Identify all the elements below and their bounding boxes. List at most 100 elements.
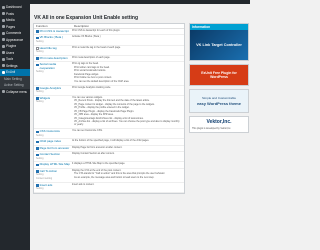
enable-checkbox[interactable] (36, 30, 39, 33)
function-cell: Print CSS & Javascript (34, 29, 72, 33)
setting-link[interactable]: Setting (36, 134, 72, 138)
column-header-function: Function (36, 24, 48, 28)
sidebar-item-label: Main Setting (4, 76, 22, 81)
function-cell: Page list from ancestor (34, 145, 72, 150)
vektor-logo[interactable]: Vektor,Inc. (190, 117, 248, 127)
description-text: Display Page list from ancestor at after… (72, 145, 123, 149)
function-cell: Call To Action Setting Content setting (34, 169, 72, 181)
enable-checkbox[interactable] (36, 147, 39, 150)
description-cell: Print Google Analytics tracking code. (72, 85, 184, 94)
theme-banner-line2: easy WordPress theme (197, 101, 241, 106)
function-checkbox-label[interactable]: Print CSS & Javascript (36, 29, 72, 33)
enable-checkbox[interactable] (36, 130, 39, 134)
description-text: Print Google Analytics tracking code. (72, 85, 111, 89)
setting-link[interactable]: Setting (36, 157, 72, 161)
description-text: Display Contact Section at after content… (72, 152, 115, 156)
table-row: VK Blocks ( Beta ) Setting Activate VK Blo… (34, 35, 184, 46)
setting-link[interactable]: Setting (36, 40, 72, 44)
function-checkbox-label[interactable]: Social media cooperation (36, 63, 72, 70)
plugins-icon (2, 44, 5, 48)
enable-checkbox[interactable] (36, 153, 39, 157)
link-target-controller-banner[interactable]: VK Link Target Controller (190, 30, 248, 60)
function-cell: Child page index (34, 139, 72, 144)
table-row: Social media cooperation Setting Print og … (34, 62, 184, 86)
enable-checkbox[interactable] (36, 36, 39, 40)
appearance-icon (2, 38, 5, 42)
table-row: Head title tag Setting Print a meta title … (34, 46, 184, 56)
function-name: Display HTML Site Map (39, 162, 70, 167)
main-content: VK All in one Expansion Unit Enable sett… (30, 4, 250, 250)
function-checkbox-label[interactable]: Print meta description (36, 55, 72, 60)
tools-icon (2, 57, 5, 61)
function-name: Print meta description (39, 55, 68, 60)
sidebar-item-label: Plugins (6, 44, 17, 49)
description-text: As an example, the message area and butt… (74, 175, 155, 179)
description-cell: You can set Customize CSS. (72, 129, 184, 137)
sidebar-item-label: Active Setting (4, 83, 24, 88)
admin-sidebar: Dashboard Posts Media Pages Comments Appearan… (0, 4, 30, 250)
setting-link[interactable]: Setting (36, 70, 72, 74)
description-text: Print meta description of each page. (72, 55, 111, 59)
theme-banner-line1: Simple and Customizable (201, 96, 237, 100)
sidebar-item-label: Tools (6, 57, 14, 62)
description-cell: Display Page list from ancestor at after… (72, 145, 184, 150)
function-checkbox-label[interactable]: Page list from ancestor (36, 145, 72, 150)
function-cell: VK Blocks ( Beta ) Setting (34, 35, 72, 44)
description-text: Print a meta title tag in the head of ea… (72, 45, 121, 49)
collapse-menu-icon (2, 90, 5, 94)
enable-checkbox[interactable] (36, 57, 39, 60)
settings-table: Function Description Print CSS & Javascr… (33, 23, 185, 194)
function-name: Print CSS & Javascript (39, 29, 69, 33)
enable-checkbox[interactable] (36, 63, 39, 67)
dashboard-icon (2, 5, 5, 9)
info-card: Information VK Link Target Controller (189, 23, 249, 61)
sidebar-item-label: Comments (6, 31, 22, 36)
ad-card: ExUnit Free Plugin for WordPress (189, 64, 249, 86)
pages-icon (2, 25, 5, 29)
setting-link[interactable]: Setting (36, 50, 72, 54)
function-checkbox-label[interactable]: Child page index (36, 139, 72, 144)
description-cell: It displays a HTML Site Map to the speci… (72, 162, 184, 166)
enable-checkbox[interactable] (36, 163, 39, 167)
function-cell: Google Analytics Setting (34, 86, 72, 94)
setting-link[interactable]: Setting (36, 100, 72, 104)
function-cell: CSS Customize Setting (34, 129, 72, 138)
theme-banner[interactable]: Simple and Customizable easy WordPress t… (190, 90, 248, 112)
vektor-caption: This plugin is developed by Vektor,Inc. (192, 128, 232, 130)
function-checkbox-label[interactable]: Display HTML Site Map (36, 162, 72, 167)
description-cell: Display Contact Section at after content… (72, 152, 184, 160)
exunit-banner[interactable]: ExUnit Free Plugin for WordPress (190, 65, 248, 85)
function-name: VK Blocks ( Beta ) (39, 35, 64, 40)
description-text: VK_Archive list - display a list of arch… (74, 120, 180, 127)
sidebar-item-label: Pages (6, 24, 16, 29)
description-cell: Activate VK Blocks ( Beta ) (72, 36, 184, 43)
sidebar-item-label: Media (6, 18, 15, 23)
sidebar-item-label: Collapse menu (6, 89, 28, 94)
function-cell: Head title tag Setting (34, 46, 72, 54)
function-name: Social media cooperation (39, 62, 57, 70)
setting-link[interactable]: Setting (36, 90, 72, 94)
comments-icon (2, 31, 5, 35)
description-cell: Insert ads to content. (72, 183, 184, 191)
description-cell: Print og tags to the head. Print twitter … (72, 62, 184, 83)
table-body: Print CSS & Javascript Print CSS & Javasc… (34, 29, 184, 193)
users-icon (2, 51, 5, 55)
sidebar-item-collapse-menu[interactable]: Collapse menu (0, 89, 30, 96)
sidebar-item-label: Appearance (6, 37, 24, 42)
function-name: Page list from ancestor (39, 145, 70, 150)
sidebar-item-label: Dashboard (6, 5, 22, 10)
table-row: CSS Customize Setting You can set Customiz… (34, 129, 184, 140)
description-cell: At the bottom of the specified page, it … (72, 139, 184, 143)
description-text: It displays a HTML Site Map to the speci… (72, 162, 126, 166)
column-header-description: Description (74, 24, 90, 28)
settings-icon (2, 64, 5, 68)
function-cell: Insert ads Setting (34, 183, 72, 191)
function-name: Child page index (39, 139, 62, 144)
function-cell: Print meta description (34, 55, 72, 60)
vektor-card: Vektor,Inc. This plugin is developed by … (189, 116, 249, 133)
description-text: Print CSS & Javascript for each of this … (72, 29, 121, 32)
setting-link[interactable]: Content setting (36, 177, 72, 181)
theme-card: Simple and Customizable easy WordPress t… (189, 89, 249, 113)
enable-checkbox[interactable] (36, 140, 39, 144)
setting-link[interactable]: Setting (36, 187, 72, 191)
